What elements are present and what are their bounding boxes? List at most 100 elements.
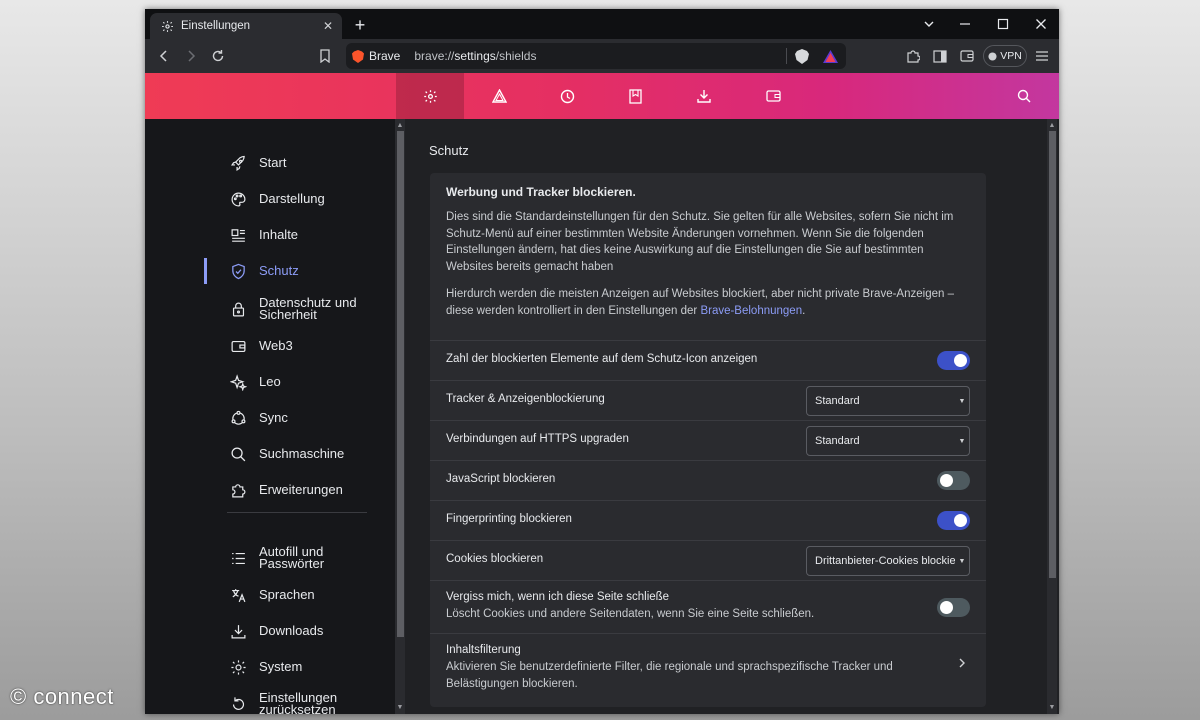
scroll-down-arrow-icon[interactable]: ▼ (395, 703, 405, 712)
sync-icon (228, 408, 248, 428)
puzzle-icon (228, 480, 248, 500)
counter-toggle[interactable] (937, 351, 970, 370)
tab-search-chevron-icon[interactable] (911, 9, 947, 39)
toggle-knob (940, 474, 953, 487)
autofill-icon (228, 548, 248, 568)
download-icon (228, 621, 248, 641)
settings-main: Schutz Werbung und Tracker blockieren. D… (405, 119, 1045, 714)
row-label: Vergiss mich, wenn ich diese Seite schli… (446, 591, 670, 603)
main-scrollbar[interactable]: ▲ ▼ (1047, 119, 1057, 714)
reset-icon (228, 694, 248, 714)
rewards-link[interactable]: Brave-Belohnungen (700, 305, 802, 317)
settings-row-cookies: Cookies blockieren Drittanbieter-Cookies… (430, 540, 986, 580)
forget-me-toggle[interactable] (937, 598, 970, 617)
tracker-select[interactable]: Standard ▼ (806, 386, 970, 416)
dropdown-arrow-icon: ▼ (958, 397, 966, 405)
section-title: Schutz (429, 143, 469, 158)
gear-icon (159, 18, 175, 34)
sidebar-margin (145, 119, 205, 714)
palette-icon (228, 189, 248, 209)
url-text[interactable]: brave://settings/shields (414, 49, 786, 63)
select-value: Standard (815, 395, 860, 407)
rocket-icon (228, 153, 248, 173)
row-label: Zahl der blockierten Elemente auf dem Sc… (446, 353, 758, 365)
settings-row-counter: Zahl der blockierten Elemente auf dem Sc… (430, 340, 986, 380)
https-select[interactable]: Standard ▼ (806, 426, 970, 456)
bookmark-icon[interactable] (313, 45, 337, 67)
vpn-button[interactable]: VPN (983, 45, 1027, 67)
shields-card: Werbung und Tracker blockieren. Dies sin… (430, 173, 986, 707)
rewards-triangle-icon[interactable] (465, 73, 533, 119)
sidebar-item-label: Downloads (259, 623, 324, 638)
maximize-button[interactable] (985, 9, 1021, 39)
close-window-button[interactable] (1023, 9, 1059, 39)
new-tab-button[interactable]: + (349, 14, 371, 36)
close-tab-button[interactable]: ✕ (318, 19, 338, 33)
brave-shields-icon[interactable] (795, 48, 809, 64)
brave-badge-label: Brave (369, 49, 401, 63)
brave-rewards-icon[interactable] (823, 49, 838, 63)
toolbar: Brave brave://settings/shields VPN (145, 39, 1059, 73)
main-scroll-thumb[interactable] (1049, 131, 1056, 578)
sidebar-item-label: Autofill und Passwörter (259, 544, 325, 571)
minimize-button[interactable] (947, 9, 983, 39)
cookies-select[interactable]: Drittanbieter-Cookies blockieren▼ (806, 546, 970, 576)
sidebar-item-label: Start (259, 155, 287, 170)
settings-row-forget-me: Vergiss mich, wenn ich diese Seite schli… (430, 580, 986, 633)
hamburger-menu-icon[interactable] (1030, 45, 1054, 67)
back-arrow-icon[interactable] (152, 45, 176, 67)
settings-row-javascript: JavaScript blockieren (430, 460, 986, 500)
fingerprinting-toggle[interactable] (937, 511, 970, 530)
sidebar-toggle-icon[interactable] (928, 45, 952, 67)
lock-icon (228, 299, 248, 319)
tab-settings[interactable]: Einstellungen ✕ (150, 13, 342, 39)
toggle-knob (940, 601, 953, 614)
wallet-icon (228, 336, 248, 356)
sidebar-item-label: Suchmaschine (259, 446, 345, 461)
forward-arrow-icon[interactable] (179, 45, 203, 67)
address-bar[interactable]: Brave brave://settings/shields (346, 43, 846, 69)
scroll-up-arrow-icon[interactable]: ▲ (395, 121, 405, 130)
history-icon[interactable] (533, 73, 601, 119)
url-divider (786, 48, 787, 64)
settings-sidebar: Start Darstellung Inhalte Schutz Datensc… (204, 119, 395, 714)
bookmarks-icon[interactable] (601, 73, 669, 119)
tab-title: Einstellungen (181, 20, 251, 32)
row-sublabel: Aktivieren Sie benutzerdefinierte Filter… (446, 661, 893, 690)
intro-title: Werbung und Tracker blockieren. (446, 185, 636, 199)
shield-icon (228, 261, 248, 281)
url-prefix: brave:// (414, 49, 455, 63)
toggle-knob (954, 514, 967, 527)
sidebar-scroll-thumb[interactable] (397, 131, 404, 637)
sparkle-icon (228, 372, 248, 392)
vpn-globe-icon (988, 51, 997, 61)
javascript-toggle[interactable] (937, 471, 970, 490)
sidebar-item-label: Sprachen (259, 587, 315, 602)
row-label: Cookies blockieren (446, 553, 544, 565)
url-path: /shields (495, 49, 537, 63)
scroll-up-arrow-icon[interactable]: ▲ (1047, 121, 1057, 130)
sidebar-scrollbar[interactable]: ▲ ▼ (395, 119, 405, 714)
search-icon[interactable] (1001, 73, 1047, 119)
row-label: JavaScript blockieren (446, 473, 556, 485)
sidebar-item-label: Inhalte (259, 227, 299, 242)
settings-row-https: Verbindungen auf HTTPS upgraden Standard… (430, 420, 986, 460)
settings-gear-icon[interactable] (396, 73, 464, 119)
download-icon[interactable] (670, 73, 738, 119)
wallet-icon[interactable] (955, 45, 979, 67)
select-value: Drittanbieter-Cookies blockieren (815, 555, 955, 567)
reload-icon[interactable] (206, 45, 230, 67)
vpn-label: VPN (1000, 50, 1022, 62)
settings-row-content-filtering[interactable]: Inhaltsfilterung Aktivieren Sie benutzer… (430, 633, 986, 700)
url-host: settings (454, 49, 496, 63)
sidebar-item-label: Darstellung (259, 191, 325, 206)
intro-paragraph: Dies sind die Standardeinstellungen für … (446, 211, 954, 273)
wallet-icon[interactable] (739, 73, 807, 119)
scroll-down-arrow-icon[interactable]: ▼ (1047, 703, 1057, 712)
brave-lion-icon (352, 49, 364, 63)
sidebar-divider (227, 512, 367, 513)
toggle-knob (954, 354, 967, 367)
sidebar-item-label: Sync (259, 410, 288, 425)
extensions-icon[interactable] (901, 45, 925, 67)
sidebar-item-label: Datenschutz und Sicherheit (259, 295, 357, 322)
